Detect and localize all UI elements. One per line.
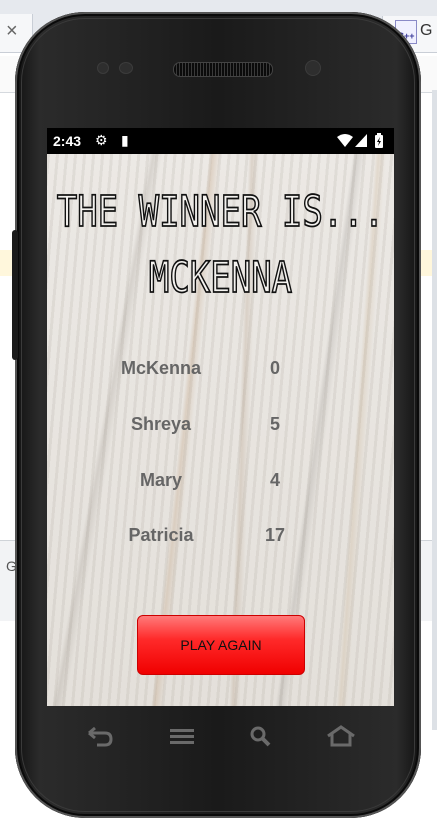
front-camera [305, 60, 321, 76]
player-name: Shreya [130, 414, 192, 434]
player-score: 17 [264, 525, 286, 545]
hardware-nav-bar [60, 725, 360, 765]
battery-icon [375, 133, 383, 148]
score-row: McKenna 0 [47, 358, 394, 388]
status-time: 2:43 [53, 133, 82, 149]
player-name: Patricia [128, 525, 194, 545]
tab-close-icon[interactable]: × [6, 20, 18, 43]
light-sensor [119, 62, 133, 74]
score-row: Mary 4 [47, 470, 394, 500]
phone-screen: 2:43 ⚙ ▮ THE WINNER IS... MCKENNA McKenn… [47, 128, 394, 706]
winner-heading: THE WINNER IS... [56, 186, 385, 238]
player-score: 4 [269, 470, 280, 490]
play-again-button[interactable]: PLAY AGAIN [137, 615, 305, 675]
volume-button[interactable] [12, 230, 18, 360]
player-score: 0 [269, 358, 280, 378]
wifi-icon [337, 134, 353, 147]
background-scrollbar[interactable] [432, 90, 437, 730]
score-row: Shreya 5 [47, 414, 394, 444]
back-icon[interactable] [85, 725, 113, 747]
search-icon[interactable] [247, 725, 275, 747]
earpiece-speaker [173, 62, 273, 77]
status-bar: 2:43 ⚙ ▮ [47, 128, 394, 154]
winner-name: MCKENNA [148, 252, 293, 304]
player-name: Mary [139, 470, 183, 490]
signal-icon [355, 134, 367, 147]
player-name: McKenna [120, 358, 201, 378]
menu-icon[interactable] [168, 725, 196, 747]
proximity-sensor [97, 62, 109, 74]
gear-icon: ⚙ [95, 132, 108, 148]
player-score: 5 [269, 414, 280, 434]
score-row: Patricia 17 [47, 525, 394, 555]
tab-title-fragment: G [420, 22, 433, 39]
home-icon[interactable] [325, 725, 357, 747]
winner-screen: THE WINNER IS... MCKENNA McKenna 0 Shrey… [47, 154, 394, 706]
sd-card-icon: ▮ [121, 132, 129, 148]
